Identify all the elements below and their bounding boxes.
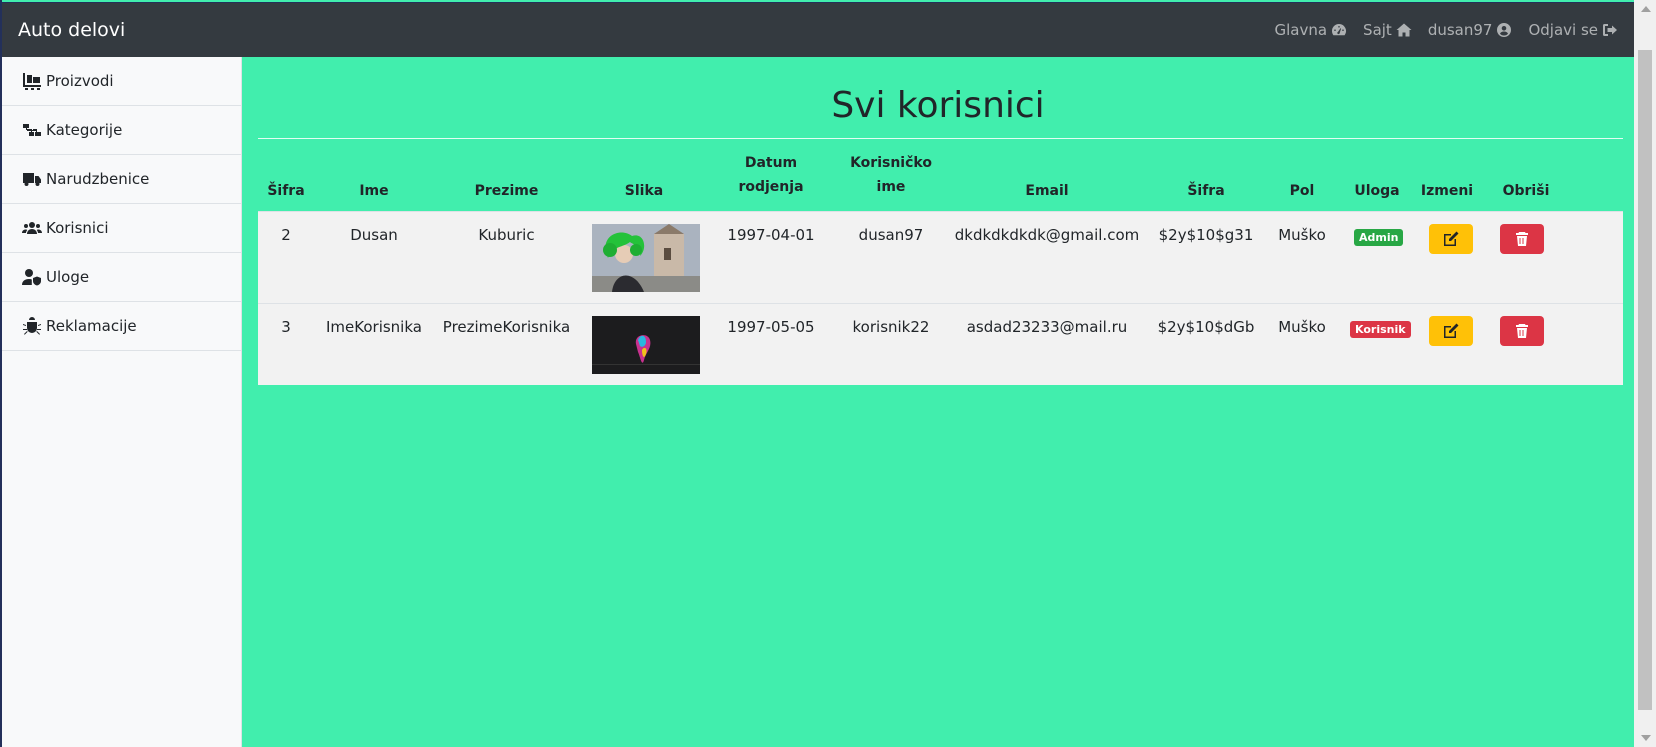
cell-username: dusan97 — [858, 226, 924, 244]
sidebar-item-label: Uloge — [46, 268, 90, 286]
nav-link-label: dusan97 — [1427, 21, 1493, 39]
nav-link-logout[interactable]: Odjavi se — [1528, 21, 1618, 39]
delete-button[interactable] — [1500, 316, 1544, 346]
scrollbar-thumb[interactable] — [1638, 50, 1652, 710]
column-header-last-name: Prezime — [474, 183, 539, 199]
navbar-links: Glavna Sajt dusan97 Odjavi se — [1274, 21, 1618, 39]
sidebar-item-label: Korisnici — [46, 219, 109, 237]
sidebar-item-narudzbenice[interactable]: Narudzbenice — [2, 155, 241, 204]
role-badge: Admin — [1354, 229, 1404, 246]
sidebar-item-reklamacije[interactable]: Reklamacije — [2, 302, 241, 351]
top-navbar: Auto delovi Glavna Sajt dusan97 Odjavi s… — [2, 2, 1634, 57]
trash-icon — [1516, 232, 1528, 246]
home-icon — [1396, 23, 1412, 37]
nav-link-profile[interactable]: dusan97 — [1428, 21, 1513, 39]
column-header-email: Email — [1025, 183, 1069, 199]
trash-icon — [1516, 324, 1528, 338]
cell-email: dkdkdkdkdk@gmail.com — [954, 226, 1140, 244]
brand-link[interactable]: Auto delovi — [18, 19, 125, 41]
sidebar-item-kategorije[interactable]: Kategorije — [2, 106, 241, 155]
bug-icon — [23, 317, 41, 335]
cell-gender: Muško — [1278, 226, 1326, 244]
sidebar-item-label: Reklamacije — [46, 317, 137, 335]
title-divider — [258, 138, 1623, 139]
column-header-birth-date-line1: Datum — [744, 155, 798, 171]
cell-id: 3 — [281, 318, 291, 336]
edit-button[interactable] — [1429, 224, 1473, 254]
delete-button[interactable] — [1500, 224, 1544, 254]
cell-last-name: PrezimeKorisnika — [442, 318, 571, 336]
user-shield-icon — [22, 269, 41, 286]
nav-link-label: Glavna — [1274, 21, 1328, 39]
cell-id: 2 — [281, 226, 291, 244]
table-row: 3 ImeKorisnika PrezimeKorisnika 1997-05-… — [258, 303, 1623, 385]
scroll-up-arrow-icon[interactable] — [1641, 6, 1651, 12]
nav-link-glavna[interactable]: Glavna — [1274, 21, 1347, 39]
edit-icon — [1444, 323, 1459, 338]
column-header-password: Šifra — [1187, 183, 1225, 199]
edit-button[interactable] — [1429, 316, 1473, 346]
column-header-birth-date: Datum rodjenja — [709, 147, 833, 211]
role-badge: Korisnik — [1350, 321, 1411, 338]
sidebar-item-proizvodi[interactable]: Proizvodi — [2, 57, 241, 106]
pallet-icon — [23, 73, 41, 90]
cell-birth-date: 1997-04-01 — [727, 226, 815, 244]
scroll-down-arrow-icon[interactable] — [1641, 735, 1651, 741]
nav-link-sajt[interactable]: Sajt — [1363, 21, 1412, 39]
column-header-delete: Obriši — [1502, 183, 1550, 199]
cell-email: asdad23233@mail.ru — [966, 318, 1128, 336]
cell-first-name: Dusan — [350, 226, 398, 244]
table-row: 2 Dusan Kuburic 1997-04-01 dusan97 dkdkd… — [258, 211, 1623, 303]
column-header-gender: Pol — [1289, 183, 1315, 199]
cell-last-name: Kuburic — [478, 226, 535, 244]
sidebar-item-label: Proizvodi — [46, 72, 114, 90]
column-header-birth-date-line2: rodjenja — [738, 179, 804, 195]
cell-first-name: ImeKorisnika — [326, 318, 422, 336]
sitemap-icon — [23, 124, 41, 136]
column-header-edit: Izmeni — [1420, 183, 1474, 199]
sidebar-item-korisnici[interactable]: Korisnici — [2, 204, 241, 253]
table-header: Šifra Ime Prezime Slika Datum rodjenja K… — [258, 147, 1623, 211]
tachometer-icon — [1332, 24, 1347, 36]
users-icon — [22, 222, 42, 234]
user-avatar-image — [592, 224, 700, 292]
column-header-username-line2: ime — [876, 179, 906, 195]
sidebar-item-label: Kategorije — [46, 121, 123, 139]
column-header-role: Uloga — [1354, 183, 1400, 199]
sign-out-icon — [1603, 24, 1617, 36]
cell-password: $2y$10$g31 — [1158, 226, 1254, 244]
column-header-username-line1: Korisničko — [850, 155, 932, 171]
cell-gender: Muško — [1278, 318, 1326, 336]
column-header-first-name: Ime — [359, 183, 389, 199]
cell-username: korisnik22 — [852, 318, 930, 336]
column-header-username: Korisničko ime — [833, 147, 949, 211]
user-avatar-image — [592, 316, 700, 374]
page-title: Svi korisnici — [831, 85, 1045, 126]
cell-birth-date: 1997-05-05 — [727, 318, 815, 336]
sidebar-item-label: Narudzbenice — [46, 170, 150, 188]
sidebar-item-uloge[interactable]: Uloge — [2, 253, 241, 302]
truck-icon — [23, 173, 41, 186]
main-content: Svi korisnici Šifra Ime Prezime Slika Da… — [243, 57, 1633, 747]
sidebar: Proizvodi Kategorije Narudzbenice Korisn… — [2, 57, 242, 747]
nav-link-label: Sajt — [1363, 21, 1392, 39]
user-circle-icon — [1497, 23, 1512, 37]
edit-icon — [1444, 231, 1459, 246]
column-header-image: Slika — [624, 183, 664, 199]
users-table: Šifra Ime Prezime Slika Datum rodjenja K… — [258, 147, 1623, 385]
column-header-id: Šifra — [267, 183, 305, 199]
nav-link-label: Odjavi se — [1528, 21, 1598, 39]
cell-password: $2y$10$dGb — [1157, 318, 1255, 336]
